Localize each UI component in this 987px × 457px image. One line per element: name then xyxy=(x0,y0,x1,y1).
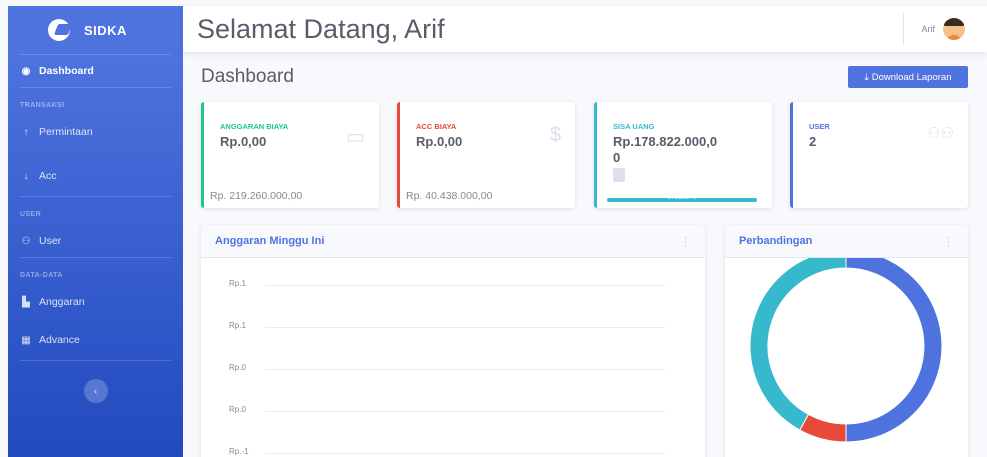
sidebar-divider xyxy=(20,87,171,88)
sidebar-divider xyxy=(20,196,171,197)
y-tick: Rp.-1 xyxy=(229,447,669,457)
sidebar-heading-transaksi: TRANSAKSI xyxy=(20,102,65,109)
panel-header: Perbandingan ⋮ xyxy=(725,225,968,258)
arrow-down-icon: ↓ xyxy=(23,170,29,182)
card-user: USER 2 ⚇⚇ xyxy=(790,102,968,208)
main-content: Dashboard ⤓ Download Laporan ANGGARAN BI… xyxy=(183,52,987,457)
download-label: Download Laporan xyxy=(871,71,952,83)
sidebar-divider xyxy=(20,360,171,361)
user-name: Arif xyxy=(921,24,936,34)
calendar-icon: ▭ xyxy=(346,126,365,148)
panel-perbandingan: Perbandingan ⋮ xyxy=(725,225,968,457)
sidebar-item-label: Dashboard xyxy=(39,65,94,77)
chart-area-icon: ▙ xyxy=(22,296,30,308)
sidebar-item-label: Advance xyxy=(39,334,80,346)
users-icon: ⚇ xyxy=(21,235,31,247)
card-value: Rp.178.822.000,0 0 xyxy=(613,134,717,166)
download-icon: ⤓ xyxy=(864,71,869,83)
users-icon: ⚇⚇ xyxy=(927,125,954,142)
card-sisa-uang: SISA UANG Rp.178.822.000,0 0 17882.2 % xyxy=(594,102,772,208)
arrow-up-icon: ↑ xyxy=(23,126,29,138)
card-label: USER xyxy=(809,122,830,131)
brand-name: SIDKA xyxy=(84,22,127,38)
donut-slice-2[interactable] xyxy=(749,258,847,431)
y-tick: Rp.0 xyxy=(229,363,669,375)
avatar xyxy=(943,18,965,40)
panel-header: Anggaran Minggu Ini ⋮ xyxy=(201,225,705,258)
sidebar-heading-data: DATA-DATA xyxy=(20,272,63,279)
sidebar-item-anggaran[interactable]: ▙ Anggaran xyxy=(8,286,183,318)
donut-chart xyxy=(749,258,943,443)
sidebar-item-permintaan[interactable]: ↑ Permintaan xyxy=(8,116,183,148)
sidebar-item-label: Acc xyxy=(39,170,57,182)
card-label: ANGGARAN BIAYA xyxy=(220,122,289,131)
panel-anggaran-minggu-ini: Anggaran Minggu Ini ⋮ Rp.1 Rp.1 Rp.0 Rp.… xyxy=(201,225,705,457)
card-value-line1: Rp.178.822.000,0 xyxy=(613,134,718,149)
y-tick: Rp.1 xyxy=(229,279,669,291)
sidebar-item-user[interactable]: ⚇ User xyxy=(8,225,183,257)
sidebar-item-advance[interactable]: ▦ Advance xyxy=(8,324,183,356)
brand[interactable]: SIDKA xyxy=(8,6,183,54)
greeting-title: Selamat Datang, Arif xyxy=(197,13,445,44)
brand-logo-icon xyxy=(48,19,70,41)
progress-text: 17882.2 % xyxy=(667,195,697,201)
sidebar-item-label: Permintaan xyxy=(39,126,93,138)
sidebar-toggle-button[interactable]: ‹ xyxy=(83,379,108,403)
sidebar: SIDKA ◉ Dashboard TRANSAKSI ↑ Permintaan… xyxy=(8,6,183,457)
card-value-line2: 0 xyxy=(613,150,621,165)
tachometer-icon: ◉ xyxy=(21,65,31,77)
download-report-button[interactable]: ⤓ Download Laporan xyxy=(848,66,968,88)
user-menu[interactable]: Arif xyxy=(902,13,987,45)
card-footer: Rp. 219.260.000,00 xyxy=(210,190,303,202)
card-value: 2 xyxy=(809,134,817,149)
card-acc-biaya: ACC BIAYA Rp.0,00 $ Rp. 40.438.000,00 xyxy=(397,102,575,208)
sidebar-item-label: Anggaran xyxy=(39,296,85,308)
table-icon: ▦ xyxy=(21,334,31,346)
donut-slice-0[interactable] xyxy=(845,258,943,443)
y-tick: Rp.0 xyxy=(229,405,669,417)
card-value: Rp.0,00 xyxy=(416,134,463,149)
y-tick: Rp.1 xyxy=(229,321,669,333)
card-footer: Rp. 40.438.000,00 xyxy=(406,190,493,202)
chevron-left-icon: ‹ xyxy=(93,385,98,397)
ellipsis-vertical-icon[interactable]: ⋮ xyxy=(680,235,691,248)
panel-title: Anggaran Minggu Ini xyxy=(215,235,325,247)
card-anggaran-biaya: ANGGARAN BIAYA Rp.0,00 ▭ Rp. 219.260.000… xyxy=(201,102,379,208)
sidebar-item-acc[interactable]: ↓ Acc xyxy=(8,160,183,192)
page-title: Dashboard xyxy=(201,66,294,87)
sidebar-heading-user: USER xyxy=(20,211,42,218)
card-label: ACC BIAYA xyxy=(416,122,457,131)
card-label: SISA UANG xyxy=(613,122,655,131)
sidebar-item-label: User xyxy=(39,235,62,247)
clipboard-icon xyxy=(613,168,625,182)
ellipsis-vertical-icon[interactable]: ⋮ xyxy=(943,235,954,248)
dollar-icon: $ xyxy=(549,124,561,146)
sidebar-item-dashboard[interactable]: ◉ Dashboard xyxy=(8,55,183,87)
panel-title: Perbandingan xyxy=(739,235,813,247)
topbar: Selamat Datang, Arif Arif xyxy=(183,6,987,52)
sidebar-divider xyxy=(20,257,171,258)
card-value: Rp.0,00 xyxy=(220,134,267,149)
